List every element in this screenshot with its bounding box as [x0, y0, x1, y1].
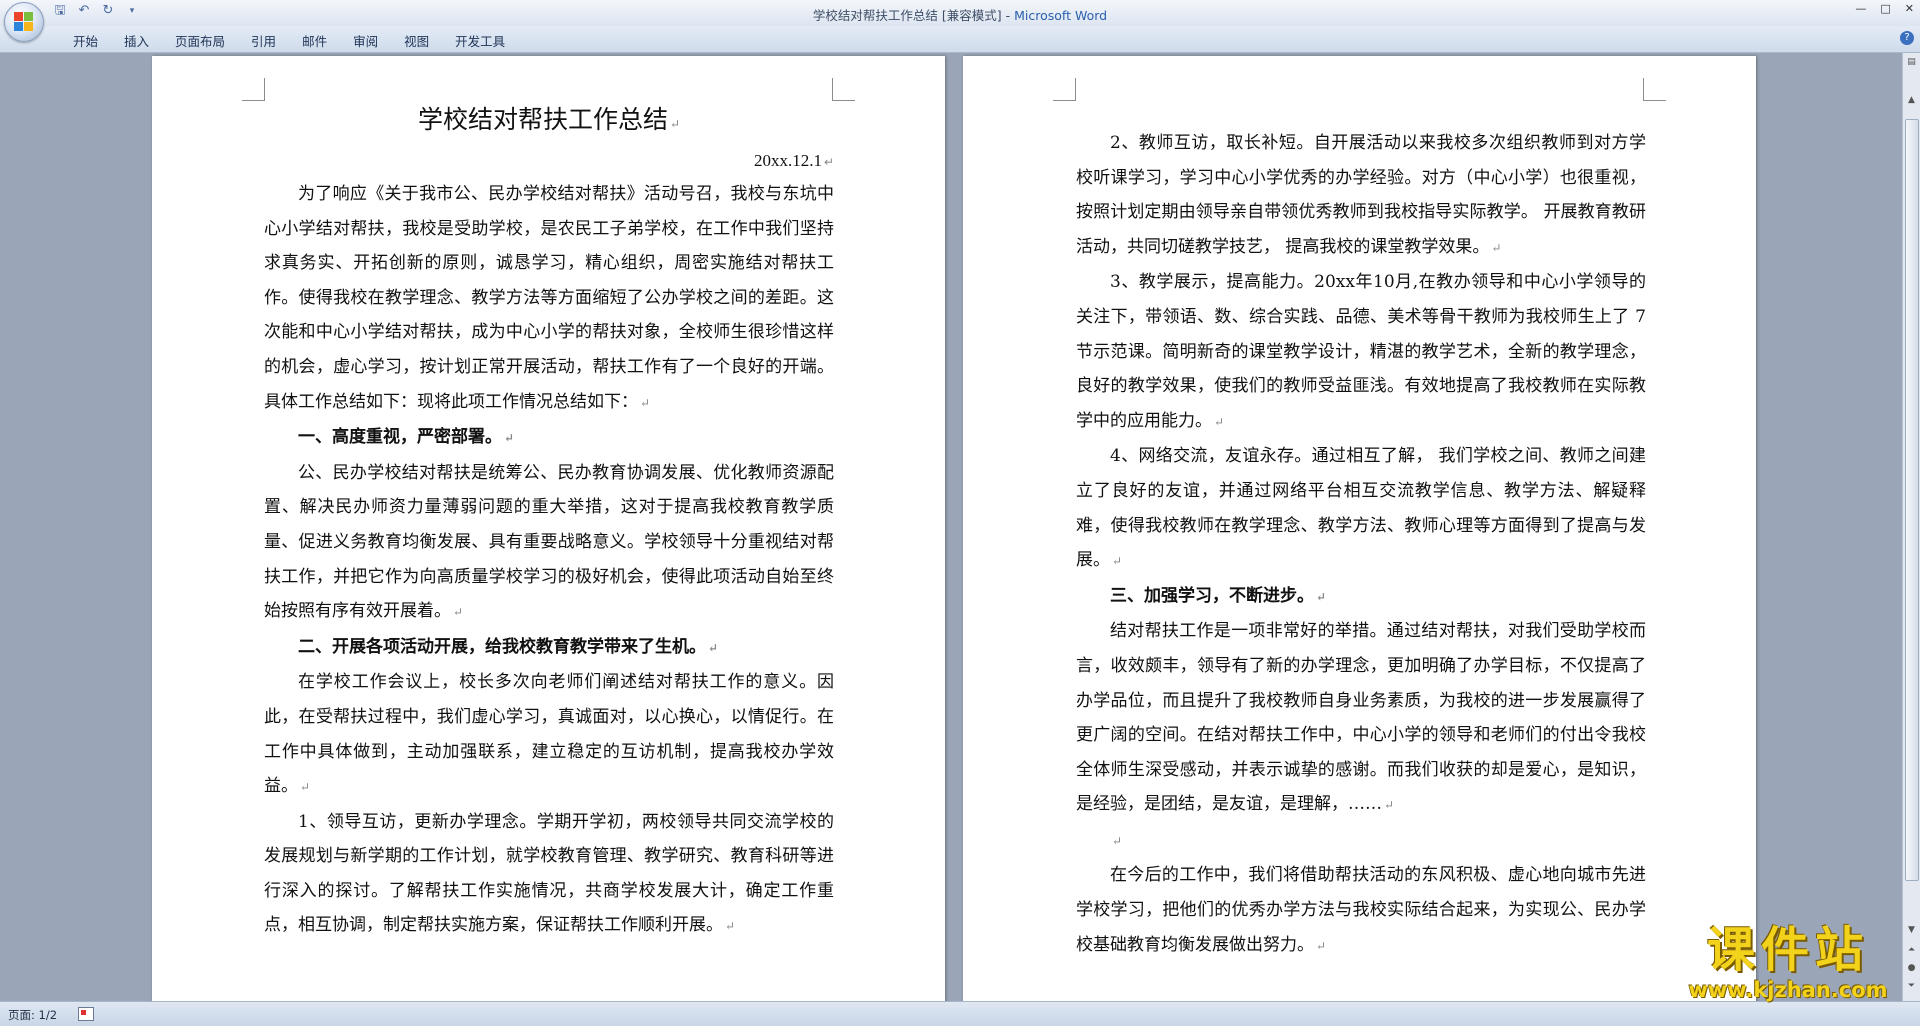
window-title: 学校结对帮扶工作总结 [兼容模式] - Microsoft Word [812, 8, 1108, 23]
tab-page-layout[interactable]: 页面布局 [162, 31, 238, 50]
page-count-status[interactable]: 页面: 1/2 [8, 1007, 57, 1023]
crop-mark [1053, 78, 1076, 101]
document-workspace: 学校结对帮扶工作总结 ↵ 20xx.12.1 ↵ 为了响应《关于我市公、民办学校结对… [0, 53, 1902, 1016]
document-date: 20xx.12.1 ↵ [753, 151, 834, 170]
window-controls: — □ ✕ [1855, 2, 1914, 15]
page-2[interactable]: 2、教师互访，取长补短。自开展活动以来我校多次组织教师到对方学校听课学习，学习中… [963, 56, 1756, 1016]
scrollbar-thumb[interactable] [1905, 119, 1919, 881]
paragraph: 3、教学展示，提高能力。20xx年10月,在教办领导和中心小学领导的关注下，带领… [1076, 272, 1646, 431]
minimize-icon[interactable]: — [1855, 2, 1866, 15]
status-bar: 页面: 1/2 [0, 1001, 1920, 1026]
previous-page-icon[interactable]: ⏶ [1905, 943, 1918, 957]
tab-mailings[interactable]: 邮件 [289, 31, 340, 50]
scroll-up-icon[interactable]: ▲ [1905, 93, 1918, 107]
help-icon[interactable]: ? [1900, 31, 1914, 45]
office-logo-icon [14, 12, 34, 32]
page-1-content: 学校结对帮扶工作总结 ↵ 20xx.12.1 ↵ 为了响应《关于我市公、民办学校结对… [264, 100, 834, 944]
paragraph: 结对帮扶工作是一项非常好的举措。通过结对帮扶，对我们受助学校而言，收效颇丰，领导… [1076, 621, 1646, 815]
page-2-content: 2、教师互访，取长补短。自开展活动以来我校多次组织教师到对方学校听课学习，学习中… [1076, 126, 1646, 963]
office-button[interactable] [4, 2, 44, 42]
tab-review[interactable]: 审阅 [340, 31, 391, 50]
next-page-icon[interactable]: ⏷ [1905, 979, 1918, 993]
app-name: Microsoft Word [1014, 8, 1108, 23]
scroll-down-icon[interactable]: ▼ [1905, 923, 1918, 937]
paragraph: 1、领导互访，更新办学理念。学期开学初，两校领导共同交流学校的发展规划与新学期的… [264, 811, 834, 936]
document-title: 学校结对帮扶工作总结 ↵ [417, 105, 681, 134]
heading-3: 三、加强学习，不断进步。 ↵ [1110, 585, 1327, 606]
ruler-toggle-icon[interactable]: ▤ [1905, 55, 1918, 69]
restore-icon[interactable]: □ [1880, 2, 1890, 15]
tab-view[interactable]: 视图 [391, 31, 442, 50]
paragraph: 4、网络交流，友谊永存。通过相互了解， 我们学校之间、教师之间建立了良好的友谊，… [1076, 446, 1646, 571]
crop-mark [832, 78, 855, 101]
tab-insert[interactable]: 插入 [111, 31, 162, 50]
tab-developer[interactable]: 开发工具 [442, 31, 518, 50]
heading-2: 二、开展各项活动开展，给我校教育教学带来了生机。 ↵ [298, 636, 719, 657]
paragraph: 2、教师互访，取长补短。自开展活动以来我校多次组织教师到对方学校听课学习，学习中… [1076, 133, 1646, 257]
proofing-icon[interactable] [78, 1007, 94, 1021]
page-1[interactable]: 学校结对帮扶工作总结 ↵ 20xx.12.1 ↵ 为了响应《关于我市公、民办学校结对… [152, 56, 945, 1016]
ribbon-tabs: 开始 插入 页面布局 引用 邮件 审阅 视图 开发工具 [60, 31, 518, 50]
tab-references[interactable]: 引用 [238, 31, 289, 50]
paragraph: 为了响应《关于我市公、民办学校结对帮扶》活动号召，我校与东坑中心小学结对帮扶，我… [264, 184, 834, 412]
ribbon-tab-bar: 开始 插入 页面布局 引用 邮件 审阅 视图 开发工具 ? [0, 26, 1920, 53]
close-icon[interactable]: ✕ [1905, 2, 1914, 15]
tab-home[interactable]: 开始 [60, 31, 111, 50]
crop-mark [242, 78, 265, 101]
paragraph: 在学校工作会议上，校长多次向老师们阐述结对帮扶工作的意义。因此，在受帮扶过程中，… [264, 672, 834, 797]
title-bar: 🖫 ↶ ↻ ▾ 学校结对帮扶工作总结 [兼容模式] - Microsoft Wo… [0, 0, 1920, 42]
select-browse-object-icon[interactable]: ● [1905, 961, 1918, 975]
crop-mark [1643, 78, 1666, 101]
paragraph: 公、民办学校结对帮扶是统筹公、民办教育协调发展、优化教师资源配置、解决民办师资力… [264, 462, 834, 622]
vertical-scrollbar[interactable]: ▤ ▲ ▼ ⏶ ● ⏷ [1902, 53, 1920, 1001]
empty-paragraph: ↵ [1112, 833, 1123, 848]
heading-1: 一、高度重视，严密部署。 ↵ [298, 427, 515, 448]
paragraph: 在今后的工作中，我们将借助帮扶活动的东风积极、虚心地向城市先进学校学习，把他们的… [1076, 865, 1646, 955]
